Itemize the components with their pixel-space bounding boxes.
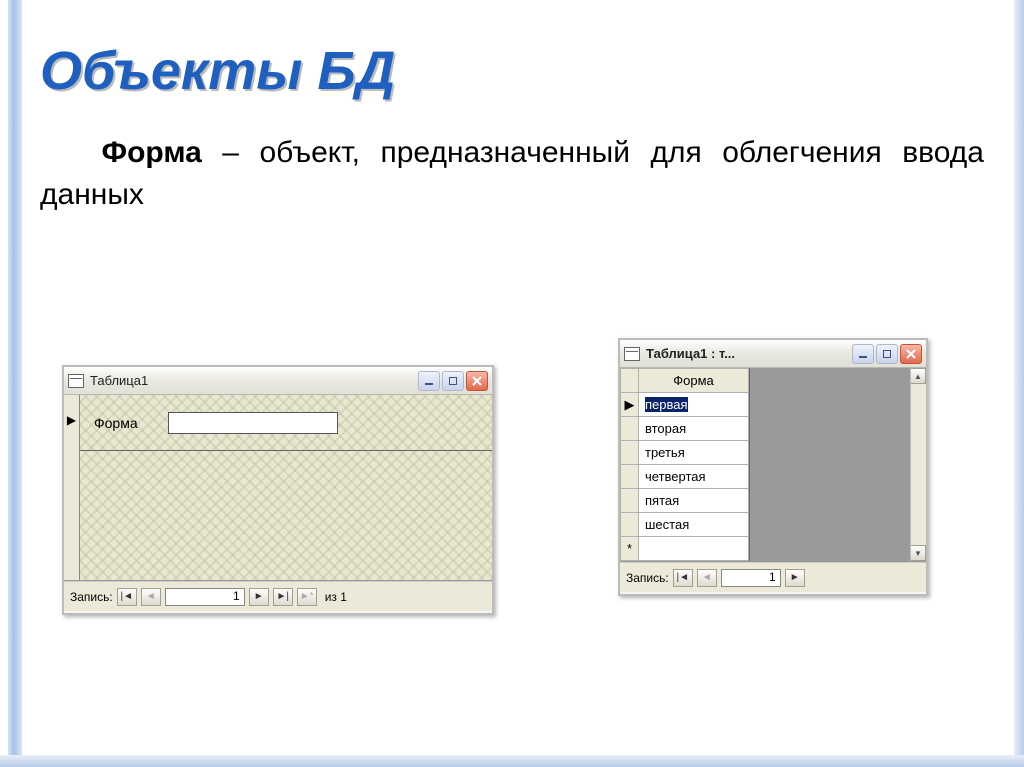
- table-row: четвертая: [621, 465, 749, 489]
- form-window-title: Таблица1: [90, 373, 412, 388]
- slide-right-accent: [1014, 0, 1024, 767]
- table-row: шестая: [621, 513, 749, 537]
- nav-current-field[interactable]: 1: [165, 588, 245, 606]
- nav-prev-button[interactable]: ◄: [141, 588, 161, 606]
- record-selector[interactable]: ▶: [64, 395, 80, 580]
- table-row: третья: [621, 441, 749, 465]
- record-navigator: Запись: |◄ ◄ 1 ► ►| ►* из 1: [64, 581, 492, 611]
- nav-prev-button[interactable]: ◄: [697, 569, 717, 587]
- maximize-button[interactable]: [442, 371, 464, 391]
- table-row: пятая: [621, 489, 749, 513]
- cell[interactable]: первая: [639, 393, 749, 417]
- row-marker[interactable]: [621, 513, 639, 537]
- datasheet-icon: [624, 347, 640, 361]
- cell[interactable]: пятая: [639, 489, 749, 513]
- vertical-scrollbar[interactable]: ▲ ▼: [910, 368, 926, 561]
- form-row: Форма: [80, 395, 492, 451]
- row-marker[interactable]: ▶: [621, 393, 639, 417]
- minimize-button[interactable]: [852, 344, 874, 364]
- scroll-down-icon[interactable]: ▼: [911, 545, 926, 561]
- cell[interactable]: третья: [639, 441, 749, 465]
- close-button[interactable]: [900, 344, 922, 364]
- scroll-up-icon[interactable]: ▲: [911, 368, 926, 384]
- row-marker[interactable]: [621, 465, 639, 489]
- record-navigator: Запись: |◄ ◄ 1 ►: [620, 562, 926, 592]
- grid-corner[interactable]: [621, 369, 639, 393]
- cell[interactable]: вторая: [639, 417, 749, 441]
- slide-description: Форма – объект, предназначенный для обле…: [40, 132, 984, 216]
- nav-first-button[interactable]: |◄: [673, 569, 693, 587]
- nav-last-button[interactable]: ►|: [273, 588, 293, 606]
- datasheet-grid[interactable]: Форма ▶ первая вторая третья четвертая: [620, 368, 749, 561]
- table-row: ▶ первая: [621, 393, 749, 417]
- table-window-titlebar[interactable]: Таблица1 : т...: [620, 340, 926, 368]
- grid-empty-area: [749, 368, 910, 561]
- slide-left-accent: [8, 0, 22, 767]
- table-row: вторая: [621, 417, 749, 441]
- close-button[interactable]: [466, 371, 488, 391]
- field-input[interactable]: [168, 412, 338, 434]
- record-marker-icon: ▶: [67, 413, 76, 427]
- new-row: *: [621, 537, 749, 561]
- nav-label: Запись:: [70, 590, 113, 604]
- cell[interactable]: четвертая: [639, 465, 749, 489]
- minimize-button[interactable]: [418, 371, 440, 391]
- new-row-marker[interactable]: *: [621, 537, 639, 561]
- row-marker[interactable]: [621, 489, 639, 513]
- slide-bottom-accent: [0, 755, 1024, 767]
- datasheet-icon: [68, 374, 84, 388]
- table-window-title: Таблица1 : т...: [646, 346, 846, 361]
- form-window-titlebar[interactable]: Таблица1: [64, 367, 492, 395]
- nav-label: Запись:: [626, 571, 669, 585]
- form-window: Таблица1 ▶ Форма Запись: |◄ ◄ 1 ►: [62, 365, 494, 615]
- nav-first-button[interactable]: |◄: [117, 588, 137, 606]
- nav-new-button[interactable]: ►*: [297, 588, 317, 606]
- nav-total: из 1: [325, 590, 347, 604]
- field-label: Форма: [94, 415, 138, 431]
- cell[interactable]: [639, 537, 749, 561]
- column-header[interactable]: Форма: [639, 369, 749, 393]
- form-body: ▶ Форма: [64, 395, 492, 581]
- nav-next-button[interactable]: ►: [249, 588, 269, 606]
- row-marker[interactable]: [621, 441, 639, 465]
- row-marker[interactable]: [621, 417, 639, 441]
- slide-title: Объекты БД: [40, 40, 994, 102]
- cell[interactable]: шестая: [639, 513, 749, 537]
- desc-term: Форма: [101, 136, 201, 169]
- nav-current-field[interactable]: 1: [721, 569, 781, 587]
- table-window: Таблица1 : т... Форма ▶ первая: [618, 338, 928, 596]
- nav-next-button[interactable]: ►: [785, 569, 805, 587]
- maximize-button[interactable]: [876, 344, 898, 364]
